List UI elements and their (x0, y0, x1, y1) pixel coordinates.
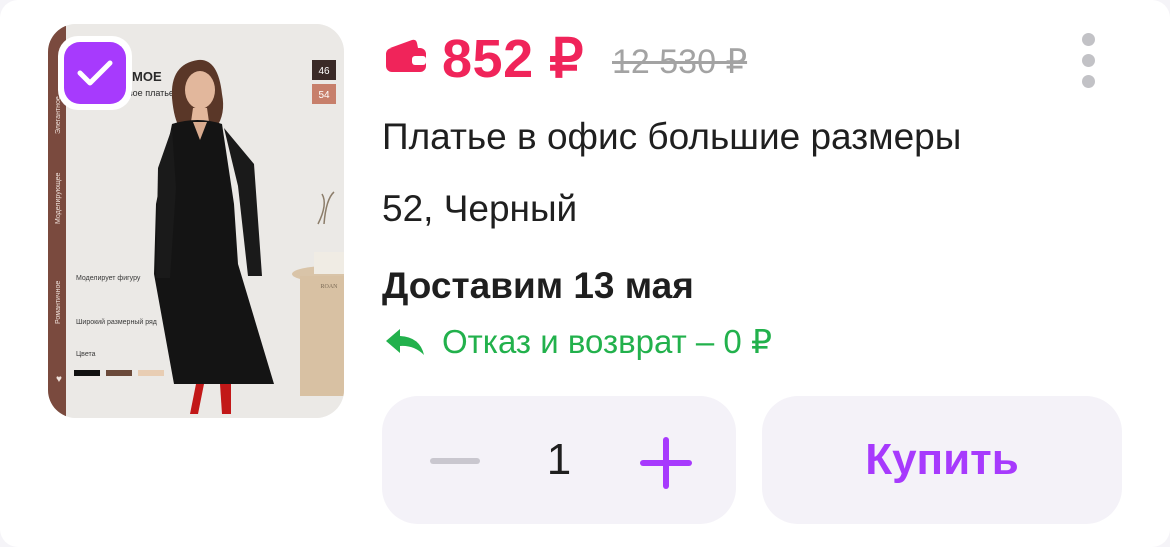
more-dot-icon (1081, 32, 1095, 46)
decrease-quantity-button[interactable] (430, 458, 480, 464)
increase-quantity-button[interactable] (640, 437, 692, 489)
delivery-date: Доставим 13 мая (382, 265, 694, 306)
old-price: 12 530 ₽ (612, 43, 748, 81)
price: 852 ₽ (442, 29, 584, 89)
side-tag-2: Моделирующее (55, 172, 62, 224)
quantity-value: 1 (546, 435, 572, 484)
size-badge-1: 46 (318, 66, 330, 77)
photo-heading: МОЕ (132, 69, 162, 84)
side-tag-3: Романтичное (55, 281, 62, 324)
size-badge-2: 54 (318, 90, 330, 101)
more-dot-icon (1081, 53, 1095, 67)
return-policy-text: Отказ и возврат – 0 ₽ (442, 323, 772, 360)
product-title[interactable]: Платье в офис большие размеры (382, 113, 961, 161)
return-arrow-icon (386, 329, 424, 355)
more-dot-icon (1081, 74, 1095, 88)
select-checkbox[interactable] (58, 36, 132, 110)
photo-feature-3: Цвета (76, 351, 96, 358)
photo-heart-icon: ♥ (56, 374, 62, 385)
photo-feature-1: Моделирует фигуру (76, 275, 141, 282)
more-options-button[interactable] (1068, 20, 1108, 100)
return-policy[interactable]: Отказ и возврат – 0 ₽ (384, 318, 772, 366)
buy-button[interactable]: Купить (762, 396, 1122, 524)
checkmark-icon (64, 42, 126, 104)
lamp-label: ROAN (320, 284, 338, 290)
cart-item-card: Элегантное Моделирующее Романтичное ♥ МО… (0, 0, 1170, 547)
product-variant: 52, Черный (382, 188, 578, 229)
photo-subheading: вое платье (128, 88, 174, 98)
photo-feature-2: Широкий размерный ряд (76, 318, 157, 326)
quantity-stepper: 1 (382, 396, 736, 524)
wallet-icon (386, 39, 426, 72)
